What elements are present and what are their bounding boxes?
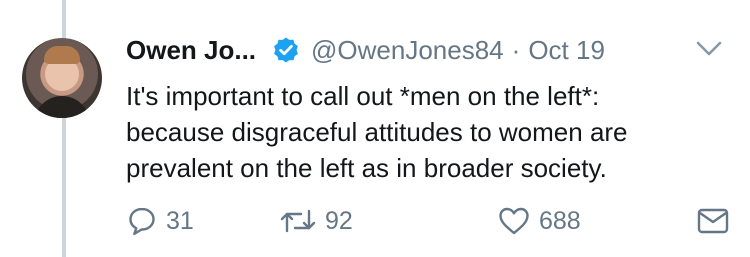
reply-icon bbox=[126, 205, 158, 237]
direct-message-button[interactable] bbox=[696, 203, 730, 239]
tweet-date[interactable]: Oct 19 bbox=[528, 35, 605, 66]
header-separator: · bbox=[511, 34, 521, 65]
avatar[interactable] bbox=[22, 38, 102, 118]
reply-button[interactable]: 31 bbox=[126, 203, 194, 239]
avatar-shirt bbox=[34, 96, 90, 118]
tweet-header: Owen Jo... @OwenJones84 · Oct 19 bbox=[126, 30, 605, 70]
verified-badge-icon bbox=[272, 36, 300, 64]
tweet-text-line: prevalent on the left as in broader soci… bbox=[126, 153, 607, 183]
tweet-actions: 31 92 688 bbox=[126, 203, 736, 239]
avatar-hair bbox=[44, 46, 80, 64]
direct-message-icon bbox=[696, 206, 730, 236]
tweet-text-line: because disgraceful attitudes to women a… bbox=[126, 117, 628, 147]
retweet-icon bbox=[279, 205, 317, 237]
author-handle[interactable]: @OwenJones84 bbox=[311, 35, 504, 66]
heart-icon bbox=[497, 205, 531, 237]
tweet-text-line: It's important to call out *men on the l… bbox=[126, 81, 600, 111]
author-name[interactable]: Owen Jo... bbox=[126, 35, 256, 66]
like-count: 688 bbox=[539, 206, 581, 235]
retweet-button[interactable]: 92 bbox=[279, 203, 353, 239]
chevron-down-icon[interactable] bbox=[694, 39, 724, 59]
tweet-text: It's important to call out *men on the l… bbox=[126, 78, 726, 186]
reply-count: 31 bbox=[166, 206, 194, 235]
retweet-count: 92 bbox=[325, 206, 353, 235]
like-button[interactable]: 688 bbox=[497, 203, 581, 239]
